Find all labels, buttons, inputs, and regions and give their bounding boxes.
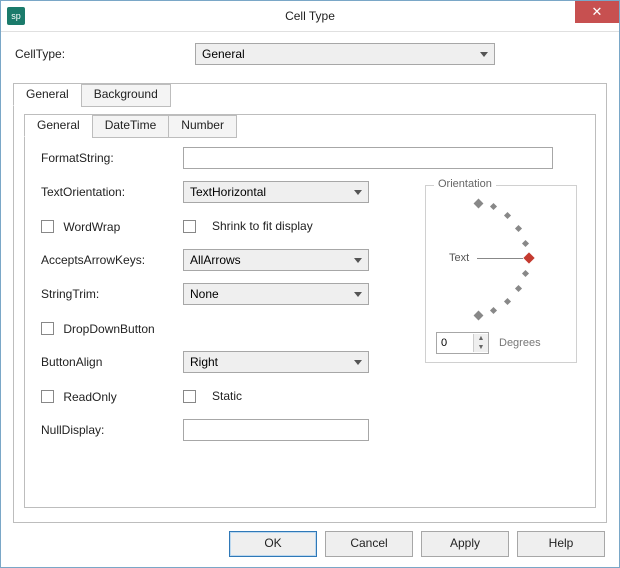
titlebar: sp Cell Type ✕ — [1, 1, 619, 32]
formatstring-label: FormatString: — [41, 151, 183, 165]
tab-background[interactable]: Background — [81, 84, 171, 107]
shrink-checkbox[interactable] — [183, 220, 196, 233]
textorientation-label: TextOrientation: — [41, 185, 183, 199]
orientation-dial[interactable]: Text — [431, 196, 571, 316]
orientation-group: Orientation Text — [425, 185, 577, 363]
inner-tabset: General DateTime Number FormatString: Te… — [24, 114, 596, 508]
buttonalign-select[interactable]: Right — [183, 351, 369, 373]
degrees-down-icon[interactable]: ▼ — [474, 343, 488, 352]
nulldisplay-input[interactable] — [183, 419, 369, 441]
formatstring-input[interactable] — [183, 147, 553, 169]
tab-general-outer[interactable]: General — [13, 83, 82, 106]
outer-tabset: General Background General DateTime Numb… — [13, 83, 607, 523]
degrees-label: Degrees — [499, 337, 541, 349]
orientation-legend: Orientation — [434, 178, 496, 190]
static-checkbox[interactable] — [183, 390, 196, 403]
ok-button[interactable]: OK — [229, 531, 317, 557]
inner-tabs: General DateTime Number — [24, 114, 236, 137]
window-title: Cell Type — [285, 9, 335, 23]
degrees-spinner[interactable]: ▲ ▼ — [436, 332, 489, 354]
stringtrim-label: StringTrim: — [41, 287, 183, 301]
apply-button[interactable]: Apply — [421, 531, 509, 557]
cancel-button[interactable]: Cancel — [325, 531, 413, 557]
dropdownbutton-label: DropDownButton — [63, 321, 154, 335]
tab-general-inner[interactable]: General — [24, 114, 93, 137]
orientation-current-marker[interactable] — [523, 252, 534, 263]
dropdownbutton-checkbox[interactable] — [41, 322, 54, 335]
celltype-row: CellType: General — [13, 43, 607, 65]
degrees-input[interactable] — [437, 335, 473, 351]
tab-datetime[interactable]: DateTime — [92, 115, 170, 138]
degrees-up-icon[interactable]: ▲ — [474, 334, 488, 343]
stringtrim-select[interactable]: None — [183, 283, 369, 305]
orientation-text-indicator: Text — [449, 252, 469, 264]
tab-number[interactable]: Number — [168, 115, 237, 138]
wordwrap-label: WordWrap — [63, 219, 120, 233]
shrink-label: Shrink to fit display — [212, 219, 313, 233]
help-button[interactable]: Help — [517, 531, 605, 557]
textorientation-select[interactable]: TextHorizontal — [183, 181, 369, 203]
static-label: Static — [212, 389, 242, 403]
readonly-label: ReadOnly — [63, 389, 116, 403]
acceptsarrowkeys-select[interactable]: AllArrows — [183, 249, 369, 271]
readonly-checkbox[interactable] — [41, 390, 54, 403]
dialog-window: sp Cell Type ✕ CellType: General General… — [0, 0, 620, 568]
wordwrap-checkbox[interactable] — [41, 220, 54, 233]
buttonalign-label: ButtonAlign — [41, 355, 183, 369]
outer-tabs: General Background — [13, 83, 170, 106]
acceptsarrowkeys-label: AcceptsArrowKeys: — [41, 253, 183, 267]
client-area: CellType: General General Background Gen… — [1, 31, 619, 567]
close-button[interactable]: ✕ — [575, 1, 619, 23]
nulldisplay-label: NullDisplay: — [41, 423, 183, 437]
celltype-label: CellType: — [13, 47, 195, 61]
celltype-select[interactable]: General — [195, 43, 495, 65]
app-icon: sp — [7, 7, 25, 25]
button-bar: OK Cancel Apply Help — [229, 531, 605, 557]
orientation-line — [477, 258, 523, 259]
